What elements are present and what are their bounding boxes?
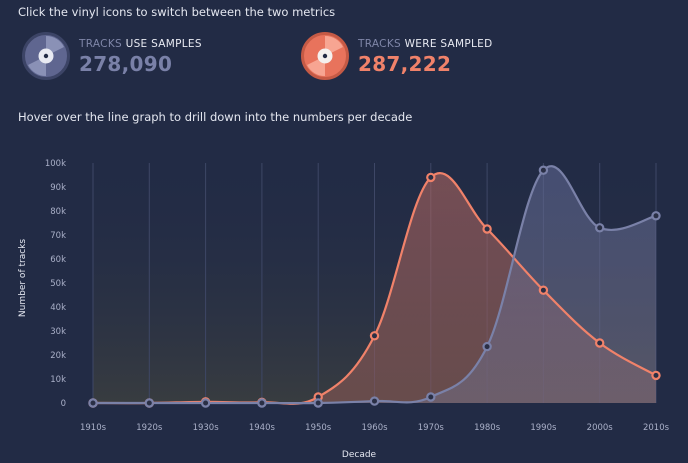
data-point-1[interactable] <box>538 165 549 175</box>
y-tick-label: 40k <box>50 303 66 313</box>
data-point-1[interactable] <box>88 398 98 408</box>
vinyl-record-icon[interactable] <box>22 32 70 80</box>
data-point-0[interactable] <box>595 338 605 348</box>
metric-sampled-label: TRACKS WERE SAMPLED <box>358 38 493 50</box>
x-tick-label: 1930s <box>193 423 220 433</box>
hover-hint-instruction: Hover over the line graph to drill down … <box>18 110 413 124</box>
x-tick-label: 1910s <box>80 423 107 433</box>
x-tick-label: 2000s <box>587 423 614 433</box>
data-point-0[interactable] <box>369 331 380 341</box>
y-tick-label: 90k <box>50 183 66 193</box>
page: Click the vinyl icons to switch between … <box>0 0 688 463</box>
metric-uses-value: 278,090 <box>79 52 173 76</box>
data-point-1[interactable] <box>651 211 661 221</box>
x-tick-label: 1980s <box>474 423 501 433</box>
data-point-0[interactable] <box>482 224 492 234</box>
metric-sampled-value: 287,222 <box>358 52 452 76</box>
metric-uses-label: TRACKS USE SAMPLES <box>79 38 202 50</box>
x-tick-label: 2010s <box>643 423 670 433</box>
y-axis-label: Number of tracks <box>18 239 28 317</box>
vinyl-record-icon[interactable] <box>301 32 349 80</box>
x-tick-label: 1970s <box>418 423 445 433</box>
y-tick-label: 80k <box>50 207 66 217</box>
y-tick-label: 10k <box>50 375 66 385</box>
x-tick-label: 1990s <box>530 423 557 433</box>
data-point-1[interactable] <box>257 398 267 408</box>
data-point-1[interactable] <box>595 223 605 233</box>
y-tick-label: 30k <box>50 327 66 337</box>
y-tick-label: 20k <box>50 351 66 361</box>
data-point-1[interactable] <box>200 398 211 408</box>
x-tick-label: 1950s <box>305 423 332 433</box>
y-tick-label: 100k <box>45 159 66 169</box>
y-tick-label: 60k <box>50 255 66 265</box>
data-point-1[interactable] <box>144 398 154 408</box>
data-point-0[interactable] <box>426 172 436 183</box>
switch-metrics-instruction: Click the vinyl icons to switch between … <box>18 5 336 19</box>
data-point-1[interactable] <box>482 341 492 352</box>
data-point-1[interactable] <box>369 396 380 406</box>
metric-uses-samples[interactable]: TRACKS USE SAMPLES 278,090 <box>22 32 202 80</box>
decade-line-chart[interactable]: 0 10k 20k 30k 40k 50k 60k 70k 80k 90k 100k 1910s 19… <box>0 150 688 463</box>
x-axis-label: Decade <box>342 450 377 460</box>
data-point-1[interactable] <box>313 398 323 408</box>
x-tick-label: 1960s <box>361 423 388 433</box>
data-point-1[interactable] <box>426 392 436 402</box>
y-tick-label: 0 <box>61 399 66 409</box>
data-point-0[interactable] <box>651 370 661 381</box>
y-tick-label: 70k <box>50 231 66 241</box>
x-tick-label: 1940s <box>249 423 276 433</box>
x-tick-label: 1920s <box>136 423 163 433</box>
y-tick-label: 50k <box>50 279 66 289</box>
metric-were-sampled[interactable]: TRACKS WERE SAMPLED 287,222 <box>301 32 493 80</box>
data-point-0[interactable] <box>538 285 549 295</box>
